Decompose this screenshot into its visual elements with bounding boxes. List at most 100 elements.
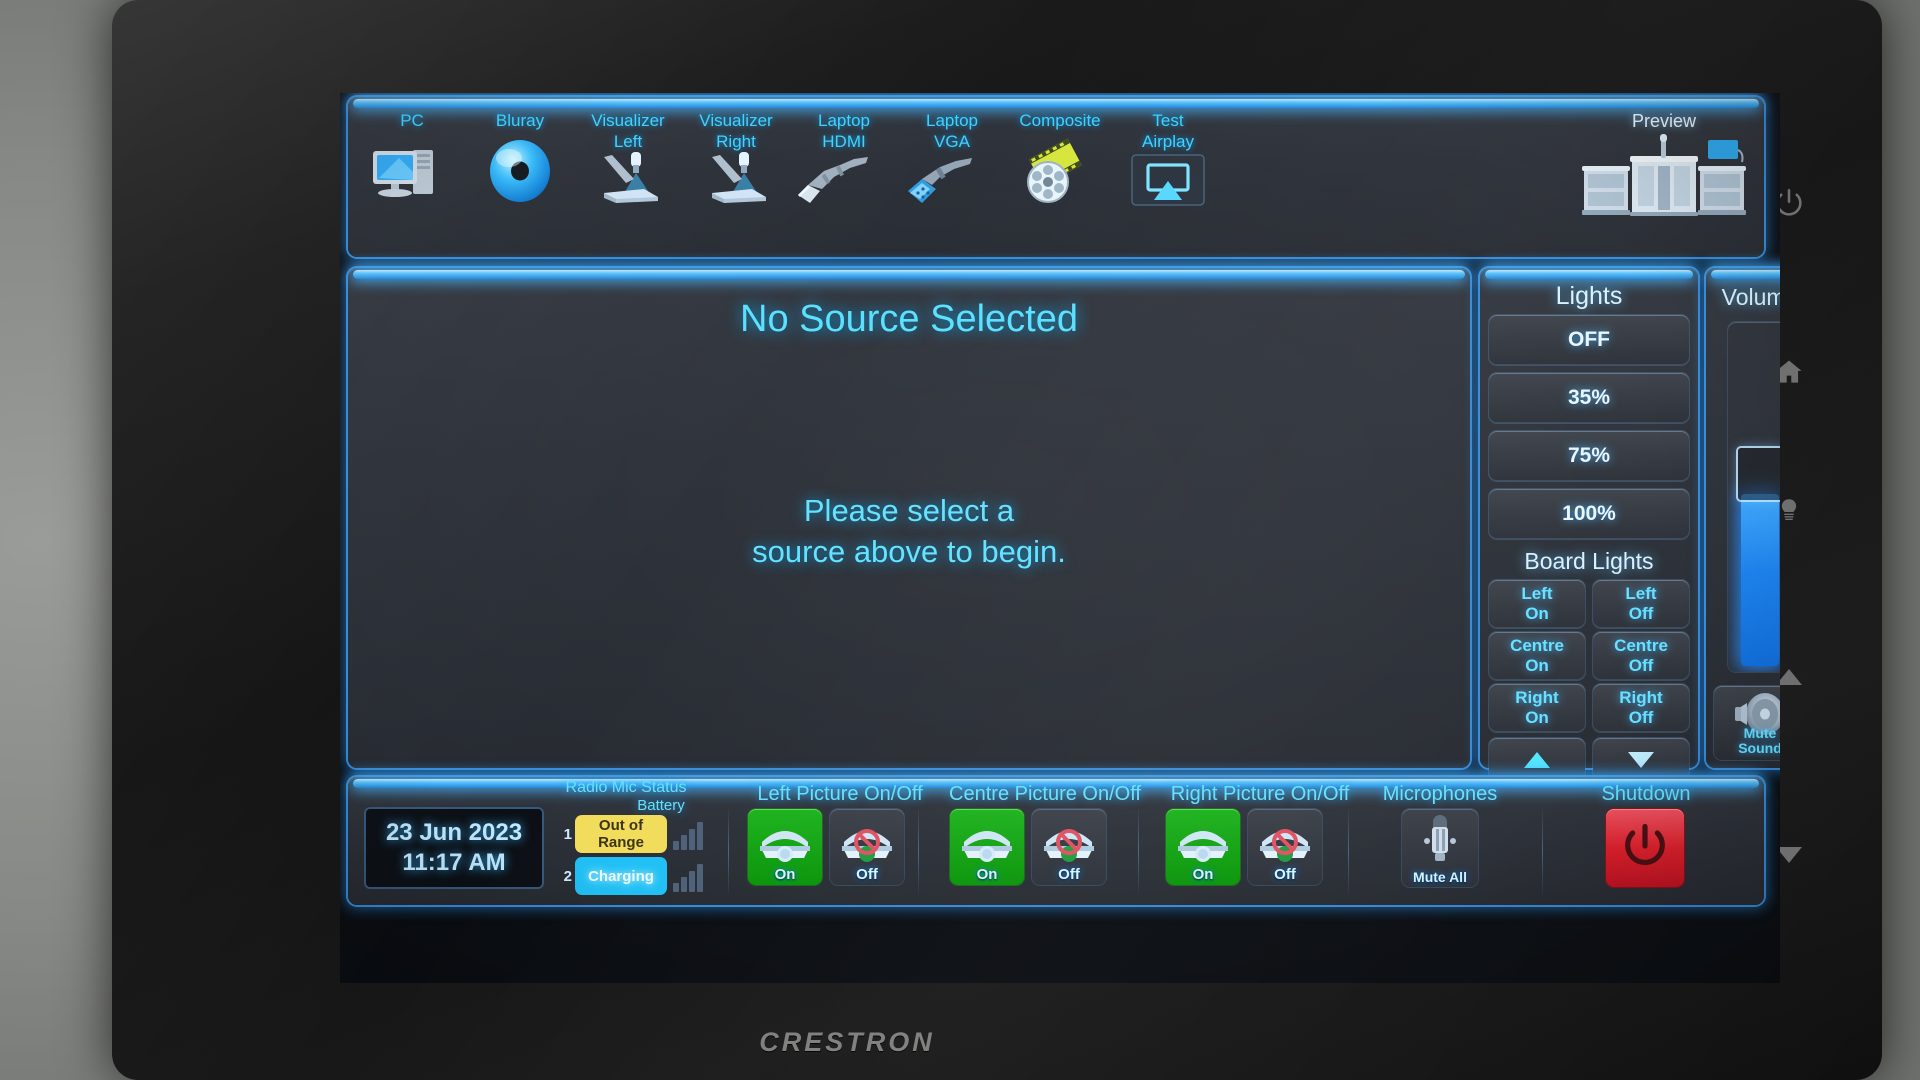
- radio-mic-channel-2[interactable]: 2 Charging: [560, 857, 703, 895]
- projector-icon: [748, 813, 822, 871]
- board-lights-title: Board Lights: [1524, 548, 1654, 574]
- mic-2-number: 2: [563, 867, 572, 885]
- board-centre-on-line2: On: [1525, 656, 1549, 675]
- lights-level-35-button[interactable]: 35%: [1489, 373, 1689, 423]
- preview-button[interactable]: Preview: [1574, 111, 1754, 245]
- source-label-2: VGA: [934, 132, 970, 151]
- source-label: Laptop: [818, 111, 870, 130]
- select-source-prompt: Please select a source above to begin.: [348, 490, 1470, 572]
- source-button-laptop-hdmi[interactable]: Laptop HDMI: [790, 111, 898, 245]
- source-selection-bar: PC Bluray Visualizer Left Visualizer Rig…: [348, 97, 1764, 257]
- board-centre-off-line1: Centre: [1614, 636, 1668, 655]
- document-camera-icon: [574, 152, 682, 207]
- board-light-centre-off-button[interactable]: Centre Off: [1593, 632, 1689, 680]
- mic-1-status-badge: Out of Range: [575, 815, 667, 853]
- source-label: Laptop: [926, 111, 978, 130]
- document-camera-icon: [682, 152, 790, 207]
- bottom-divider-5: [1542, 805, 1543, 897]
- mic-1-status-line2: Range: [598, 834, 644, 851]
- left-picture-on-button[interactable]: On: [748, 809, 822, 885]
- touch-screen: PC Bluray Visualizer Left Visualizer Rig…: [340, 93, 1780, 983]
- centre-picture-on-button[interactable]: On: [950, 809, 1024, 885]
- source-label-2: Right: [716, 132, 756, 151]
- source-button-visualizer-left[interactable]: Visualizer Left: [574, 111, 682, 245]
- bottom-control-bar: 23 Jun 2023 11:17 AM Radio Mic Status Ba…: [348, 777, 1764, 905]
- film-reel-icon: [1006, 132, 1114, 204]
- board-light-left-on-button[interactable]: Left On: [1489, 580, 1585, 628]
- board-centre-on-line1: Centre: [1510, 636, 1564, 655]
- crestron-brand-logo: CRESTRON: [759, 1027, 935, 1057]
- source-button-visualizer-right[interactable]: Visualizer Right: [682, 111, 790, 245]
- left-picture-off-label: Off: [856, 866, 878, 883]
- right-picture-off-button[interactable]: Off: [1248, 809, 1322, 885]
- left-picture-on-label: On: [774, 866, 796, 883]
- source-button-bluray[interactable]: Bluray: [466, 111, 574, 245]
- board-left-off-line1: Left: [1625, 584, 1657, 603]
- shutdown-button[interactable]: [1606, 809, 1684, 887]
- mute-all-microphones-button[interactable]: Mute All: [1402, 809, 1478, 887]
- volume-panel: Volume: [1706, 268, 1780, 768]
- lights-panel: Lights OFF 35% 75% 100% Board Lights Lef…: [1480, 268, 1698, 782]
- bottom-divider-4: [1348, 805, 1349, 897]
- board-left-on-line2: On: [1525, 604, 1549, 623]
- board-light-right-off-button[interactable]: Right Off: [1593, 684, 1689, 732]
- radio-mic-channel-1[interactable]: 1 Out of Range: [560, 815, 703, 853]
- board-right-on-line2: On: [1525, 708, 1549, 727]
- board-light-left-off-button[interactable]: Left Off: [1593, 580, 1689, 628]
- board-light-right-on-button[interactable]: Right On: [1489, 684, 1585, 732]
- right-picture-title: Right Picture On/Off: [1170, 783, 1350, 805]
- shutdown-title: Shutdown: [1601, 783, 1691, 805]
- projector-icon: [950, 813, 1024, 871]
- lights-raise-button[interactable]: [1489, 738, 1585, 782]
- lights-level-off-button[interactable]: OFF: [1489, 315, 1689, 365]
- microphones-title: Microphones: [1382, 783, 1498, 805]
- source-label-2: Left: [613, 132, 643, 151]
- lights-lower-button[interactable]: [1593, 738, 1689, 782]
- lights-panel-title: Lights: [1555, 282, 1623, 310]
- bottom-divider-3: [1138, 805, 1139, 897]
- source-button-pc[interactable]: PC: [358, 111, 466, 245]
- mute-sound-line1: Mute: [1743, 725, 1777, 741]
- source-label: Visualizer: [591, 111, 665, 130]
- volume-slider-thumb[interactable]: [1738, 448, 1780, 500]
- left-picture-off-button[interactable]: Off: [830, 809, 904, 885]
- desktop-computer-icon: [358, 132, 466, 204]
- board-left-off-line2: Off: [1628, 604, 1654, 623]
- board-right-off-line2: Off: [1628, 708, 1654, 727]
- preview-label: Preview: [1631, 111, 1697, 131]
- board-light-centre-on-button[interactable]: Centre On: [1489, 632, 1585, 680]
- source-label: Composite: [1019, 111, 1101, 130]
- volume-slider[interactable]: [1728, 322, 1780, 672]
- mic-1-battery-bars: [673, 818, 703, 850]
- microphone-icon: [1402, 813, 1478, 865]
- mic-2-status-badge: Charging: [575, 857, 667, 895]
- lights-level-100-button[interactable]: 100%: [1489, 489, 1689, 539]
- source-button-test-airplay[interactable]: Test Airplay: [1114, 111, 1222, 245]
- mic-2-battery-bars: [673, 860, 703, 892]
- mic-1-status-line1: Out of: [598, 817, 644, 834]
- mute-sound-label: Mute Sound: [1714, 726, 1780, 756]
- battery-label: Battery: [637, 797, 685, 814]
- mute-sound-button[interactable]: Mute Sound: [1714, 686, 1780, 760]
- source-label: Test: [1152, 111, 1184, 130]
- projector-off-icon: [1032, 813, 1106, 871]
- volume-panel-title: Volume: [1721, 284, 1780, 310]
- mic-1-number: 1: [563, 825, 572, 843]
- right-picture-on-button[interactable]: On: [1166, 809, 1240, 885]
- power-icon: [1619, 820, 1671, 877]
- centre-picture-on-label: On: [976, 866, 998, 883]
- projector-off-icon: [830, 813, 904, 871]
- board-right-on-line1: Right: [1515, 688, 1559, 707]
- source-button-laptop-vga[interactable]: Laptop VGA: [898, 111, 1006, 245]
- bottom-divider-2: [918, 805, 919, 897]
- triangle-up-icon: [1523, 751, 1551, 769]
- touch-panel-bezel: CRESTRON PC Bluray Visualizer Left Visua…: [112, 0, 1882, 1080]
- lights-level-75-button[interactable]: 75%: [1489, 431, 1689, 481]
- centre-picture-off-label: Off: [1058, 866, 1080, 883]
- airplay-icon: [1114, 153, 1222, 207]
- source-button-composite[interactable]: Composite: [1006, 111, 1114, 245]
- centre-picture-off-button[interactable]: Off: [1032, 809, 1106, 885]
- hdmi-cable-icon: [790, 153, 898, 207]
- mute-sound-line2: Sound: [1738, 740, 1780, 756]
- centre-picture-title: Centre Picture On/Off: [949, 783, 1141, 805]
